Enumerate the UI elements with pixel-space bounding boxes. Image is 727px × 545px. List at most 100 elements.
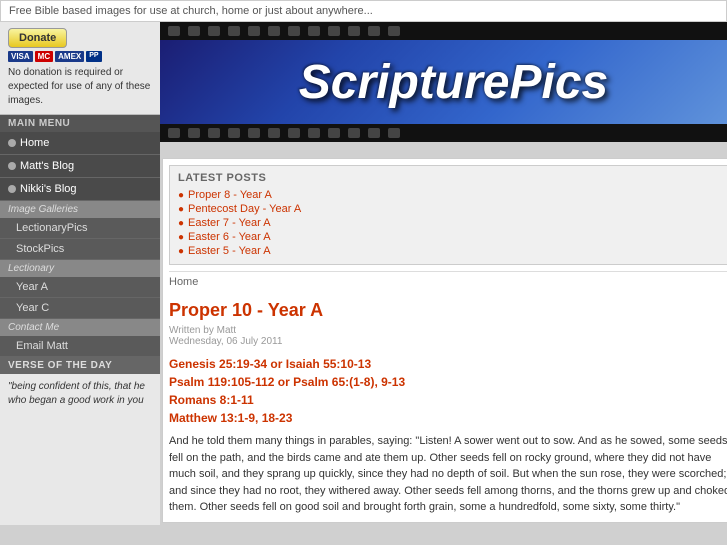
film-hole — [348, 26, 360, 36]
ref-or-2: or — [274, 375, 293, 389]
article-title: Proper 10 - Year A — [169, 300, 727, 321]
post-label-1: Pentecost Day - Year A — [188, 203, 301, 215]
post-link-1[interactable]: ● Pentecost Day - Year A — [178, 202, 727, 216]
menu-label-year-a: Year A — [16, 281, 48, 293]
menu-bullet-nikkis-blog — [8, 185, 16, 193]
film-hole — [288, 128, 300, 138]
film-hole — [188, 128, 200, 138]
scripture-ref-1[interactable]: Genesis 25:19-34 or Isaiah 55:10-13 — [169, 357, 727, 371]
main-menu-header: MAIN MENU — [0, 115, 160, 132]
film-strip-bottom — [160, 124, 727, 142]
donate-button[interactable]: Donate — [8, 28, 67, 48]
film-hole — [308, 128, 320, 138]
site-title: ScripturePics — [299, 55, 608, 110]
ref-genesis: Genesis 25:19-34 — [169, 357, 267, 371]
sidebar-item-lectionarypics[interactable]: LectionaryPics — [0, 218, 160, 239]
ref-isaiah: Isaiah 55:10-13 — [286, 357, 371, 371]
sidebar-item-home[interactable]: Home — [0, 132, 160, 155]
post-dot: ● — [178, 232, 184, 243]
film-hole — [248, 128, 260, 138]
film-holes-bottom — [160, 128, 408, 138]
scripture-ref-2[interactable]: Psalm 119:105-112 or Psalm 65:(1-8), 9-1… — [169, 375, 727, 389]
film-hole — [248, 26, 260, 36]
film-hole — [308, 26, 320, 36]
menu-label-lectionarypics: LectionaryPics — [16, 222, 88, 234]
article-written-by: Written by Matt Wednesday, 06 July 2011 — [169, 325, 727, 347]
film-strip-top — [160, 22, 727, 40]
film-hole — [228, 26, 240, 36]
post-dot: ● — [178, 246, 184, 257]
menu-bullet-home — [8, 139, 16, 147]
post-dot: ● — [178, 218, 184, 229]
menu-label-nikkis-blog: Nikki's Blog — [20, 183, 77, 195]
image-galleries-header: Image Galleries — [0, 201, 160, 218]
sidebar-item-year-c[interactable]: Year C — [0, 298, 160, 319]
film-hole — [368, 128, 380, 138]
ref-psalm2: Psalm 65:(1-8), 9-13 — [293, 375, 405, 389]
film-hole — [168, 26, 180, 36]
film-hole — [328, 128, 340, 138]
sidebar-item-year-a[interactable]: Year A — [0, 277, 160, 298]
post-label-4: Easter 5 - Year A — [188, 245, 271, 257]
site-banner: ScripturePics — [160, 22, 727, 142]
post-link-4[interactable]: ● Easter 5 - Year A — [178, 244, 727, 258]
article-date: Wednesday, 06 July 2011 — [169, 336, 282, 347]
mc-logo: MC — [35, 51, 53, 62]
post-link-2[interactable]: ● Easter 7 - Year A — [178, 216, 727, 230]
ref-or-1: or — [267, 357, 286, 371]
paypal-logo: PP — [86, 51, 101, 62]
verse-of-day-text: "being confident of this, that he who be… — [0, 374, 160, 414]
scripture-ref-4[interactable]: Matthew 13:1-9, 18-23 — [169, 411, 727, 425]
film-hole — [268, 26, 280, 36]
film-hole — [388, 128, 400, 138]
menu-bullet-matts-blog — [8, 162, 16, 170]
breadcrumb-text: Home — [169, 276, 198, 288]
left-sidebar: Donate VISA MC AMEX PP No donation is re… — [0, 22, 160, 525]
menu-label-stockpics: StockPics — [16, 243, 64, 255]
film-hole — [228, 128, 240, 138]
post-label-3: Easter 6 - Year A — [188, 231, 271, 243]
film-hole — [348, 128, 360, 138]
article: Proper 10 - Year A Written by Matt Wedne… — [169, 300, 727, 516]
visa-logo: VISA — [8, 51, 33, 62]
post-label-0: Proper 8 - Year A — [188, 189, 272, 201]
latest-posts-title: LATEST POSTS — [178, 172, 727, 184]
latest-posts-box: LATEST POSTS ● Proper 8 - Year A ● Pente… — [169, 165, 727, 265]
film-hole — [208, 128, 220, 138]
film-hole — [288, 26, 300, 36]
post-link-0[interactable]: ● Proper 8 - Year A — [178, 188, 727, 202]
menu-label-email-matt: Email Matt — [16, 340, 68, 352]
film-hole — [188, 26, 200, 36]
menu-label-matts-blog: Matt's Blog — [20, 160, 74, 172]
amex-logo: AMEX — [55, 51, 84, 62]
breadcrumb: Home — [169, 271, 727, 292]
ref-psalm1: Psalm 119:105-112 — [169, 375, 274, 389]
center-content: LATEST POSTS ● Proper 8 - Year A ● Pente… — [162, 158, 727, 523]
contact-me-header: Contact Me — [0, 319, 160, 336]
menu-label-year-c: Year C — [16, 302, 49, 314]
film-hole — [208, 26, 220, 36]
film-hole — [368, 26, 380, 36]
film-hole — [268, 128, 280, 138]
post-link-3[interactable]: ● Easter 6 - Year A — [178, 230, 727, 244]
scripture-ref-3[interactable]: Romans 8:1-11 — [169, 393, 727, 407]
payment-logos: VISA MC AMEX PP — [8, 51, 152, 62]
menu-label-home: Home — [20, 137, 49, 149]
post-label-2: Easter 7 - Year A — [188, 217, 271, 229]
ref-romans: Romans 8:1-11 — [169, 393, 254, 407]
article-body: And he told them many things in parables… — [169, 433, 727, 516]
film-hole — [328, 26, 340, 36]
film-holes-top — [160, 26, 408, 36]
sidebar-item-stockpics[interactable]: StockPics — [0, 239, 160, 260]
sidebar-item-nikkis-blog[interactable]: Nikki's Blog — [0, 178, 160, 201]
film-hole — [168, 128, 180, 138]
sidebar-item-matts-blog[interactable]: Matt's Blog — [0, 155, 160, 178]
top-bar: Free Bible based images for use at churc… — [0, 0, 727, 22]
verse-of-day-header: VERSE OF THE DAY — [0, 357, 160, 374]
ref-matthew: Matthew 13:1-9, 18-23 — [169, 411, 292, 425]
lectionary-header: Lectionary — [0, 260, 160, 277]
sidebar-item-email-matt[interactable]: Email Matt — [0, 336, 160, 357]
film-hole — [388, 26, 400, 36]
post-dot: ● — [178, 190, 184, 201]
post-dot: ● — [178, 204, 184, 215]
